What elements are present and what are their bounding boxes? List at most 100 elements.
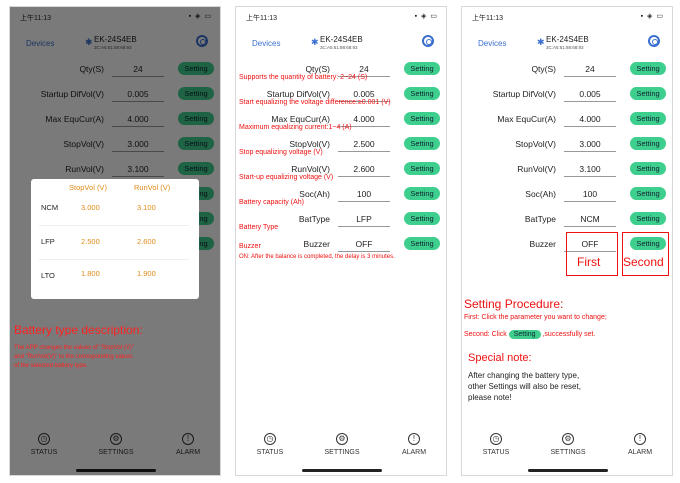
popup-header-runvol: RunVol (V) (134, 183, 171, 192)
procedure-step-2: Second: Click Setting ,successfully set. (464, 330, 595, 339)
nav-status[interactable]: ◷ STATUS (471, 433, 521, 456)
popup-runvol-ncm: 3.100 (137, 203, 156, 212)
devices-link[interactable]: Devices (252, 39, 280, 48)
note-qty: Supports the quantity of battery: 2~24 (… (239, 74, 368, 81)
gear-icon: ⚙ (336, 433, 348, 445)
setting-button[interactable]: Setting (404, 87, 440, 100)
status-bar: 上午11:13 ▪ ◈ ▭ (236, 7, 446, 25)
popup-stopvol-lto: 1.800 (81, 269, 100, 278)
top-bar: Devices ✱ EK-24S4EB 3C:A5:51:88:68:93 (236, 29, 446, 57)
popup-header-stopvol: StopVol (V) (69, 183, 107, 192)
note-buzzer-on: ON: After the balance is completed, the … (239, 254, 395, 260)
row-label: Max EquCur(A) (271, 114, 330, 124)
nav-settings[interactable]: ⚙ SETTINGS (317, 433, 367, 456)
setting-button[interactable]: Setting (404, 62, 440, 75)
battery-type-description-title: Battery type description: (14, 323, 143, 337)
setting-button[interactable]: Setting (630, 112, 666, 125)
note-buzzer: Buzzer (239, 243, 261, 250)
procedure-step-2-b: ,successfully set. (540, 331, 596, 338)
status-time: 上午11:13 (472, 15, 503, 22)
nav-alarm[interactable]: ! ALARM (615, 433, 665, 456)
procedure-setting-chip: Setting (508, 330, 541, 339)
bluetooth-icon: ✱ (537, 37, 545, 47)
note-soc: Battery capacity (Ah) (239, 199, 304, 206)
clock-icon: ◷ (490, 433, 502, 445)
setting-button[interactable]: Setting (630, 162, 666, 175)
row-value[interactable]: 100 (338, 189, 390, 202)
device-mac: 3C:A5:51:88:68:93 (546, 45, 584, 50)
special-note-line-2: other Settings will also be reset, (468, 382, 581, 391)
bottom-nav: ◷ STATUS ⚙ SETTINGS ! ALARM (462, 425, 672, 475)
row-value[interactable]: 3.100 (564, 164, 616, 177)
nav-alarm-label: ALARM (401, 449, 427, 456)
special-note-line-1: After changing the battery type, (468, 371, 580, 380)
second-highlight-box: Second (622, 232, 669, 276)
setting-button[interactable]: Setting (404, 112, 440, 125)
row-soc: Soc(Ah) 100 Setting (462, 184, 672, 208)
row-value[interactable]: 3.000 (564, 139, 616, 152)
row-value[interactable]: NCM (564, 214, 616, 227)
row-runvol: RunVol(V) 3.100 Setting (462, 159, 672, 183)
gear-icon: ⚙ (562, 433, 574, 445)
procedure-step-2-a: Second: Click (464, 331, 509, 338)
popup-stopvol-lfp: 2.500 (81, 237, 100, 246)
setting-button[interactable]: Setting (630, 62, 666, 75)
description-line-1: The APP changes the values of "StopVol (… (14, 345, 134, 351)
row-value[interactable]: 24 (564, 64, 616, 77)
row-label: RunVol(V) (517, 164, 556, 174)
phone-screen-2: 上午11:13 ▪ ◈ ▭ Devices ✱ EK-24S4EB 3C:A5:… (235, 6, 447, 476)
phone-screen-1: 上午11:13 ▪ ◈ ▭ Devices ✱ EK-24S4EB 3C:A5:… (9, 6, 221, 476)
nav-alarm-label: ALARM (627, 449, 653, 456)
special-note-line-3: please note! (468, 393, 512, 402)
popup-type-lto[interactable]: LTO (41, 271, 55, 280)
setting-button[interactable]: Setting (404, 187, 440, 200)
setting-button[interactable]: Setting (630, 212, 666, 225)
row-label: Qty(S) (305, 64, 330, 74)
row-value[interactable]: 4.000 (564, 114, 616, 127)
row-max-equcur: Max EquCur(A) 4.000 Setting (462, 109, 672, 133)
nav-status-label: STATUS (256, 449, 284, 456)
description-line-2: and "RunVol(V)" to the corresponding val… (14, 354, 133, 360)
nav-status[interactable]: ◷ STATUS (245, 433, 295, 456)
note-battype: Battery Type (239, 224, 279, 231)
setting-button[interactable]: Setting (404, 212, 440, 225)
status-icons: ▪ ◈ ▭ (414, 13, 438, 20)
procedure-title: Setting Procedure: (464, 297, 564, 311)
first-highlight-box: First (566, 232, 618, 276)
devices-link[interactable]: Devices (478, 39, 506, 48)
bottom-nav: ◷ STATUS ⚙ SETTINGS ! ALARM (236, 425, 446, 475)
nav-alarm[interactable]: ! ALARM (389, 433, 439, 456)
row-value[interactable]: 2.600 (338, 164, 390, 177)
row-label: Startup DifVol(V) (266, 89, 330, 99)
gear-icon[interactable] (648, 35, 660, 47)
row-label: Startup DifVol(V) (492, 89, 556, 99)
row-value[interactable]: 100 (564, 189, 616, 202)
device-name: EK-24S4EB (320, 35, 363, 44)
setting-button[interactable]: Setting (630, 187, 666, 200)
row-value[interactable]: 0.005 (564, 89, 616, 102)
status-time: 上午11:13 (246, 15, 277, 22)
setting-button[interactable]: Setting (404, 237, 440, 250)
row-label: Qty(S) (531, 64, 556, 74)
row-label: Soc(Ah) (299, 189, 330, 199)
note-max-equcur: Maximum equalizing current:1~4 (A) (239, 124, 352, 131)
nav-settings-label: SETTINGS (550, 449, 586, 456)
nav-settings[interactable]: ⚙ SETTINGS (543, 433, 593, 456)
first-step-label: First (577, 255, 601, 269)
status-bar: 上午11:13 ▪ ◈ ▭ (462, 7, 672, 25)
gear-icon[interactable] (422, 35, 434, 47)
setting-button[interactable]: Setting (630, 137, 666, 150)
row-value[interactable]: OFF (338, 239, 390, 252)
row-startup-difvol: Startup DifVol(V) 0.005 Setting (462, 84, 672, 108)
row-qty: Qty(S) 24 Setting (462, 59, 672, 83)
row-label: Buzzer (529, 239, 556, 249)
divider (39, 259, 189, 260)
popup-type-lfp[interactable]: LFP (41, 237, 55, 246)
row-value[interactable]: LFP (338, 214, 390, 227)
popup-type-ncm[interactable]: NCM (41, 203, 58, 212)
row-value[interactable]: 2.500 (338, 139, 390, 152)
setting-button[interactable]: Setting (404, 137, 440, 150)
note-runvol: Start-up equalizing voltage (V) (239, 174, 334, 181)
setting-button[interactable]: Setting (404, 162, 440, 175)
setting-button[interactable]: Setting (630, 87, 666, 100)
